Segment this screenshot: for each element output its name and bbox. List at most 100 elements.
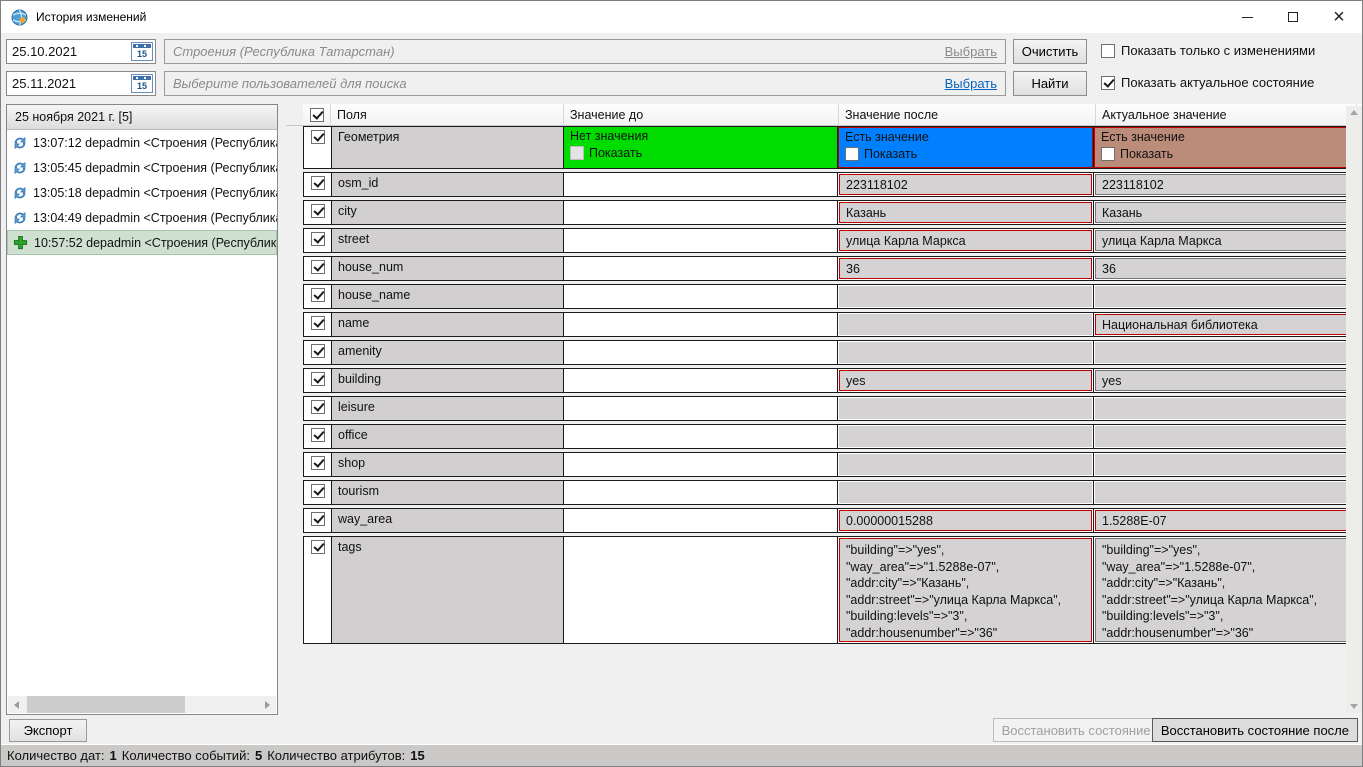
event-item-text: 13:05:45 depadmin <Строения (Республика … [33, 161, 277, 175]
export-button[interactable]: Экспорт [9, 719, 87, 742]
column-header-fields: Поля [331, 104, 564, 125]
event-list-item[interactable]: 13:04:49 depadmin <Строения (Республика … [7, 205, 277, 230]
date-from-input[interactable]: 25.10.2021 15 [6, 39, 156, 64]
actual-value: Казань [1095, 202, 1353, 223]
date-to-input[interactable]: 25.11.2021 15 [6, 71, 156, 96]
events-date-group-header[interactable]: 25 ноября 2021 г. [5] [7, 105, 277, 130]
changes-grid: Поля Значение до Значение после Актуальн… [286, 104, 1363, 715]
value-before-cell [563, 341, 837, 364]
geometry-after-label: Есть значение [845, 130, 1086, 144]
row-checkbox[interactable] [311, 484, 325, 498]
row-checkbox[interactable] [311, 456, 325, 470]
row-checkbox[interactable] [311, 400, 325, 414]
value-after: Казань [839, 202, 1092, 223]
value-after: yes [839, 370, 1092, 391]
row-checkbox[interactable] [311, 232, 325, 246]
value-after-cell: 0.00000015288 [837, 509, 1093, 532]
restore-state-before-button[interactable]: Восстановить состояние до [993, 718, 1178, 742]
show-geometry-checkbox[interactable] [1101, 147, 1115, 161]
row-checkbox-cell [304, 509, 331, 532]
table-row: streetулица Карла Марксаулица Карла Марк… [303, 228, 1357, 253]
geometry-actual-cell: Есть значение Показать [1093, 127, 1354, 168]
scroll-right-icon[interactable] [259, 696, 276, 713]
row-checkbox[interactable] [311, 176, 325, 190]
actual-value-cell: Национальная библиотека [1093, 313, 1354, 336]
row-checkbox[interactable] [311, 316, 325, 330]
calendar-icon[interactable]: 15 [131, 74, 153, 93]
row-checkbox[interactable] [311, 512, 325, 526]
layer-filter-field[interactable]: Строения (Республика Татарстан) Выбрать [164, 39, 1006, 64]
actual-value [1095, 286, 1353, 307]
table-row: osm_id223118102223118102 [303, 172, 1357, 197]
restore-state-after-button[interactable]: Восстановить состояние после [1152, 718, 1358, 742]
show-geometry-checkbox[interactable] [570, 146, 584, 160]
field-name-cell: osm_id [331, 173, 563, 196]
row-checkbox[interactable] [311, 372, 325, 386]
calendar-icon[interactable]: 15 [131, 42, 153, 61]
row-checkbox[interactable] [311, 288, 325, 302]
value-before-cell [563, 285, 837, 308]
actual-value-cell [1093, 341, 1354, 364]
actual-value-cell: 36 [1093, 257, 1354, 280]
dates-count-value: 1 [110, 748, 117, 763]
row-checkbox[interactable] [311, 428, 325, 442]
select-all-checkbox[interactable] [310, 108, 324, 122]
row-checkbox-cell [304, 313, 331, 336]
changes-only-checkbox[interactable]: Показать только с изменениями [1101, 43, 1315, 58]
minimize-button[interactable] [1224, 1, 1270, 33]
table-row: house_name [303, 284, 1357, 309]
events-count-label: Количество событий: [122, 748, 250, 763]
layer-select-link[interactable]: Выбрать [945, 44, 997, 59]
value-before-cell [563, 313, 837, 336]
value-before-cell [563, 201, 837, 224]
close-button[interactable] [1316, 1, 1362, 33]
table-row: way_area0.000000152881.5288E-07 [303, 508, 1357, 533]
horizontal-scrollbar[interactable] [8, 696, 276, 713]
user-select-link[interactable]: Выбрать [945, 76, 997, 91]
actual-value [1095, 342, 1353, 363]
actual-value-cell: yes [1093, 369, 1354, 392]
actual-state-checkbox[interactable]: Показать актуальное состояние [1101, 75, 1314, 90]
row-checkbox-cell [304, 397, 331, 420]
table-row: amenity [303, 340, 1357, 365]
scrollbar-thumb[interactable] [27, 696, 185, 713]
row-checkbox[interactable] [311, 344, 325, 358]
vertical-scrollbar[interactable] [1346, 537, 1354, 643]
actual-value-cell: 223118102 [1093, 173, 1354, 196]
value-after [839, 454, 1092, 475]
column-header-value-before: Значение до [564, 104, 839, 125]
row-header-strip [286, 104, 303, 125]
event-list-item[interactable]: 13:05:45 depadmin <Строения (Республика … [7, 155, 277, 180]
value-after-cell [837, 397, 1093, 420]
row-checkbox[interactable] [311, 204, 325, 218]
checkbox-icon[interactable] [1101, 76, 1115, 90]
scroll-left-icon[interactable] [8, 696, 25, 713]
event-list-item[interactable]: 13:05:18 depadmin <Строения (Республика … [7, 180, 277, 205]
event-list-item[interactable]: 13:07:12 depadmin <Строения (Республика … [7, 130, 277, 155]
history-window: История изменений 25.10.2021 15 25.11.20… [0, 0, 1363, 767]
actual-value: 223118102 [1095, 174, 1353, 195]
event-list-item[interactable]: 10:57:52 depadmin <Строения (Республика … [7, 230, 277, 255]
field-name-cell: office [331, 425, 563, 448]
tags-after-value: "building"=>"yes", "way_area"=>"1.5288e-… [839, 538, 1092, 642]
value-before-cell [563, 509, 837, 532]
clear-button[interactable]: Очистить [1013, 39, 1087, 64]
find-button[interactable]: Найти [1013, 71, 1087, 96]
dates-count-label: Количество дат: [7, 748, 105, 763]
checkbox-icon[interactable] [1101, 44, 1115, 58]
show-geometry-checkbox[interactable] [845, 147, 859, 161]
user-filter-field[interactable]: Выберите пользователей для поиска Выбрат… [164, 71, 1006, 96]
row-checkbox[interactable] [311, 540, 325, 554]
events-list: 13:07:12 depadmin <Строения (Республика … [7, 130, 277, 255]
row-checkbox[interactable] [311, 260, 325, 274]
row-checkbox[interactable] [311, 130, 325, 144]
row-checkbox-cell [304, 201, 331, 224]
value-after-cell [837, 453, 1093, 476]
maximize-button[interactable] [1270, 1, 1316, 33]
actual-value-cell [1093, 453, 1354, 476]
field-name-cell: way_area [331, 509, 563, 532]
actual-value [1095, 482, 1353, 503]
status-bar: Количество дат:1 Количество событий:5 Ко… [1, 744, 1362, 766]
tags-after-cell: "building"=>"yes", "way_area"=>"1.5288e-… [837, 537, 1093, 643]
geometry-before-label: Нет значения [570, 129, 831, 143]
